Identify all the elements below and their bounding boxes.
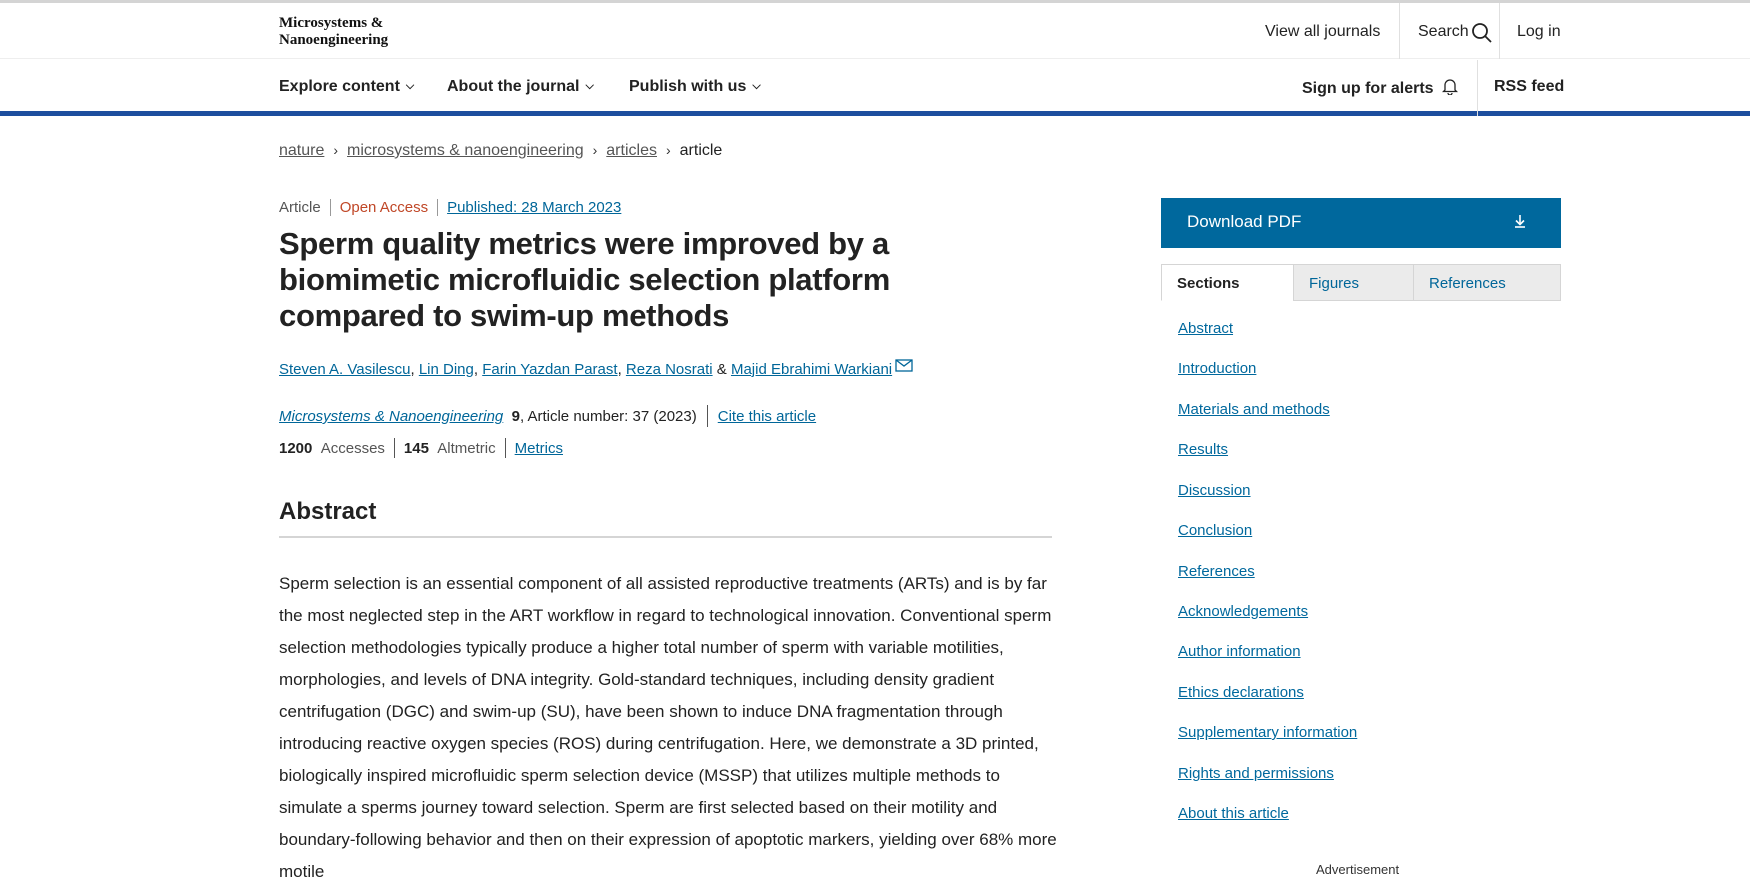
published-date-link[interactable]: Published: 28 March 2023 [447,199,621,216]
article-number: , Article number: 37 (2023) [519,408,697,425]
alerts-label: Sign up for alerts [1302,80,1434,97]
breadcrumb-nature[interactable]: nature [279,142,324,159]
advertisement-label: Advertisement [1316,862,1400,877]
chevron-down-icon: ⌵ [752,80,761,92]
breadcrumb-journal[interactable]: microsystems & nanoengineering [347,142,584,159]
altmetric-count: 145 [403,440,429,457]
chevron-right-icon: › [665,142,671,158]
section-link-supplementary[interactable]: Supplementary information [1178,724,1357,741]
abstract-divider [279,536,1052,538]
section-link-materials-methods[interactable]: Materials and methods [1178,401,1330,418]
section-link-conclusion[interactable]: Conclusion [1178,522,1252,539]
section-link-ethics[interactable]: Ethics declarations [1178,684,1304,701]
section-link-acknowledgements[interactable]: Acknowledgements [1178,603,1308,620]
section-link-discussion[interactable]: Discussion [1178,482,1251,499]
author-and: & [716,361,727,378]
download-pdf-label: Download PDF [1187,212,1302,231]
altmetric-label: Altmetric [437,440,496,457]
rss-feed-link[interactable]: RSS feed [1494,78,1564,96]
breadcrumb-articles[interactable]: articles [606,142,657,159]
volume: 9 [511,408,520,425]
author-link[interactable]: Reza Nosrati [626,361,713,378]
divider [393,438,395,458]
cite-article-link[interactable]: Cite this article [718,408,816,425]
header-divider [1399,3,1400,59]
download-pdf-button[interactable]: Download PDF [1161,198,1561,248]
divider [706,405,708,427]
section-link-author-information[interactable]: Author information [1178,643,1301,660]
section-link-results[interactable]: Results [1178,441,1228,458]
section-link-abstract[interactable]: Abstract [1178,320,1233,337]
publish-label: Publish with us [629,78,747,95]
article-title: Sperm quality metrics were improved by a… [279,226,890,333]
section-link-rights[interactable]: Rights and permissions [1178,765,1334,782]
main-nav: Explore content ⌵ About the journal ⌵ Publ… [0,60,1750,116]
author-link[interactable]: Lin Ding [419,361,474,378]
article-metrics: 1200 Accesses 145 Altmetric Metrics [279,438,563,458]
sidebar-tabs: Sections Figures References [1161,264,1561,301]
divider [504,438,506,458]
view-all-journals-link[interactable]: View all journals [1265,23,1380,41]
chevron-down-icon: ⌵ [585,80,594,92]
article-type: Article [279,199,321,216]
accesses-count: 1200 [279,440,313,457]
logo-line-2: Nanoengineering [279,32,389,48]
header-divider [1499,3,1500,59]
article-meta: Article Open Access Published: 28 March 20… [279,199,630,216]
explore-content-menu[interactable]: Explore content ⌵ [279,78,414,96]
chevron-right-icon: › [592,142,598,158]
abstract-heading: Abstract [279,498,377,525]
section-link-references[interactable]: References [1178,563,1255,580]
tab-references[interactable]: References [1413,264,1561,301]
about-journal-menu[interactable]: About the journal ⌵ [447,78,594,96]
publish-menu[interactable]: Publish with us ⌵ [629,78,761,96]
section-link-about-article[interactable]: About this article [1178,805,1289,822]
tab-sections[interactable]: Sections [1161,264,1294,301]
alerts-link[interactable]: Sign up for alerts [1302,78,1459,100]
journal-link[interactable]: Microsystems & Nanoengineering [279,408,503,425]
envelope-icon[interactable] [895,359,913,376]
chevron-right-icon: › [333,142,339,158]
journal-logo[interactable]: Microsystems & Nanoengineering [279,15,388,49]
search-link[interactable]: Search [1418,23,1469,41]
download-icon [1513,213,1527,234]
author-link[interactable]: Farin Yazdan Parast [482,361,617,378]
author-link[interactable]: Majid Ebrahimi Warkiani [731,361,892,378]
nav-divider [1477,60,1478,116]
breadcrumb: nature › microsystems & nanoengineering › ar… [279,142,722,160]
logo-line-1: Microsystems & [279,15,384,31]
explore-content-label: Explore content [279,78,400,95]
search-icon[interactable] [1471,22,1493,49]
citation-line: Microsystems & Nanoengineering 9, Articl… [279,405,816,427]
abstract-text: Sperm selection is an essential componen… [279,574,1057,881]
metrics-link[interactable]: Metrics [515,440,563,457]
open-access-badge: Open Access [329,199,437,216]
bell-icon [1441,78,1459,100]
tab-figures[interactable]: Figures [1293,264,1414,301]
author-list: Steven A. Vasilescu, Lin Ding, Farin Yaz… [279,359,913,378]
author-link[interactable]: Steven A. Vasilescu [279,361,410,378]
login-link[interactable]: Log in [1517,23,1561,41]
site-header: Microsystems & Nanoengineering View all … [0,3,1750,59]
chevron-down-icon: ⌵ [405,80,415,92]
accesses-label: Accesses [320,440,385,457]
section-link-introduction[interactable]: Introduction [1178,360,1256,377]
about-journal-label: About the journal [447,78,580,95]
breadcrumb-current: article [679,142,723,159]
